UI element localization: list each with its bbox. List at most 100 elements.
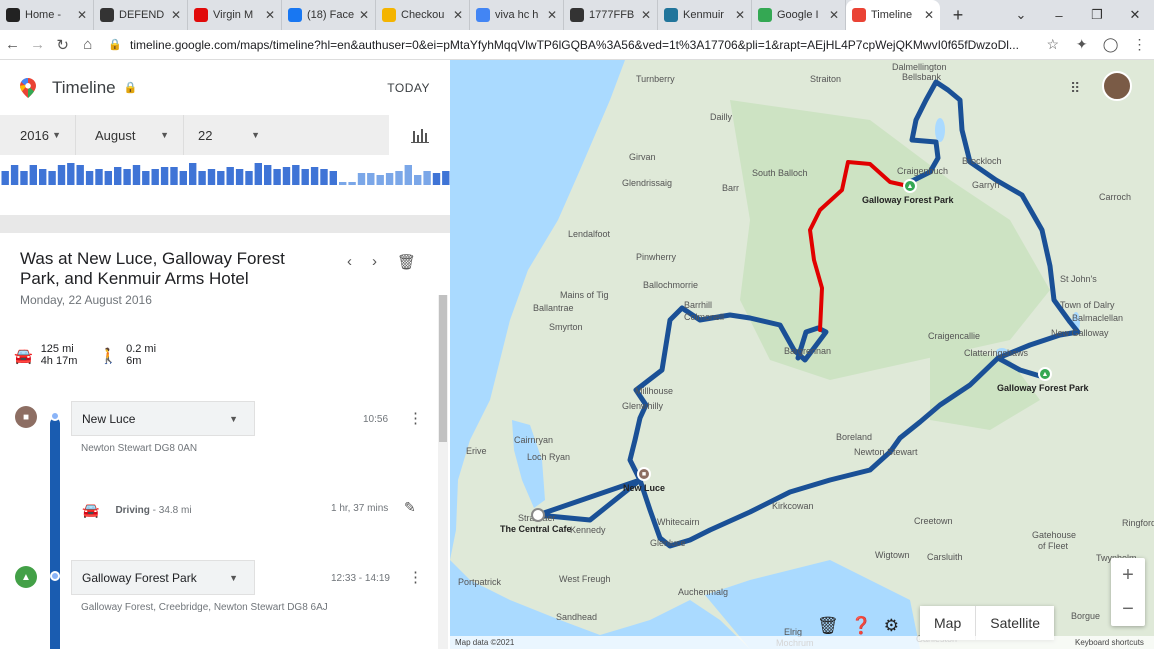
- close-tab-icon[interactable]: ✕: [829, 8, 839, 22]
- histogram-bar[interactable]: [404, 165, 412, 185]
- home-icon[interactable]: ⌂: [75, 36, 100, 53]
- histogram-bar[interactable]: [376, 175, 384, 185]
- histogram-bar[interactable]: [114, 167, 122, 185]
- browser-tab[interactable]: Virgin M ✕: [188, 0, 282, 30]
- url-field[interactable]: 🔒 timeline.google.com/maps/timeline?hl=e…: [108, 34, 1038, 56]
- previous-day-icon[interactable]: ‹: [347, 253, 352, 271]
- histogram-bar[interactable]: [367, 173, 375, 185]
- histogram-bar[interactable]: [320, 169, 328, 185]
- cafe-marker-icon[interactable]: [531, 508, 545, 522]
- restore-icon[interactable]: ❐: [1078, 7, 1116, 23]
- histogram-bar[interactable]: [245, 171, 253, 185]
- next-day-icon[interactable]: ›: [372, 253, 377, 271]
- histogram-bar[interactable]: [179, 171, 187, 185]
- histogram-bar[interactable]: [85, 171, 94, 185]
- settings-icon[interactable]: ⚙: [884, 616, 899, 636]
- minimize-icon[interactable]: –: [1040, 8, 1078, 23]
- histogram-bar[interactable]: [160, 167, 169, 185]
- histogram-bar[interactable]: [282, 167, 291, 185]
- histogram-bar[interactable]: [414, 175, 422, 185]
- close-tab-icon[interactable]: ✕: [359, 8, 369, 22]
- park-marker-icon[interactable]: ▲: [903, 179, 917, 193]
- histogram-bar[interactable]: [254, 163, 262, 185]
- browser-tab[interactable]: Checkou ✕: [376, 0, 470, 30]
- histogram-bar[interactable]: [151, 169, 159, 185]
- day-select[interactable]: 22 ▼: [184, 115, 274, 155]
- close-tab-icon[interactable]: ✕: [641, 8, 651, 22]
- more-options-icon[interactable]: ⋮: [408, 568, 423, 586]
- place-select[interactable]: New Luce ▼: [71, 401, 255, 436]
- histogram-bar[interactable]: [385, 173, 394, 185]
- delete-icon[interactable]: 🗑: [397, 253, 416, 271]
- close-tab-icon[interactable]: ✕: [171, 8, 181, 22]
- map-type-satellite[interactable]: Satellite: [976, 606, 1054, 640]
- histogram-bar[interactable]: [95, 169, 103, 185]
- activity-histogram[interactable]: [0, 155, 450, 215]
- browser-tab[interactable]: Kenmuir ✕: [658, 0, 752, 30]
- histogram-bar[interactable]: [395, 171, 403, 185]
- histogram-bar[interactable]: [39, 169, 47, 185]
- close-tab-icon[interactable]: ✕: [735, 8, 745, 22]
- year-select[interactable]: 2016 ▼: [0, 115, 76, 155]
- stop-marker-icon[interactable]: ■: [637, 467, 651, 481]
- close-tab-icon[interactable]: ✕: [77, 8, 87, 22]
- histogram-bar[interactable]: [76, 165, 84, 185]
- park-marker-icon[interactable]: ▲: [1038, 367, 1052, 381]
- close-tab-icon[interactable]: ✕: [265, 8, 275, 22]
- histogram-bar[interactable]: [292, 165, 300, 185]
- reload-icon[interactable]: ↻: [50, 36, 75, 54]
- histogram-bar[interactable]: [170, 167, 178, 185]
- histogram-bar[interactable]: [226, 167, 234, 185]
- histogram-bar[interactable]: [217, 171, 225, 185]
- histogram-bar[interactable]: [48, 171, 56, 185]
- new-tab-button[interactable]: +: [940, 5, 976, 26]
- histogram-bar[interactable]: [310, 167, 319, 185]
- scrollbar-thumb[interactable]: [439, 295, 447, 442]
- browser-tab[interactable]: 1777FFB ✕: [564, 0, 658, 30]
- histogram-bar[interactable]: [235, 169, 244, 185]
- browser-tab[interactable]: Home - ✕: [0, 0, 94, 30]
- histogram-bar[interactable]: [10, 165, 19, 185]
- histogram-bar[interactable]: [104, 171, 112, 185]
- histogram-bar[interactable]: [198, 171, 206, 185]
- avatar[interactable]: [1102, 71, 1132, 101]
- histogram-bar[interactable]: [348, 182, 356, 185]
- histogram-bar[interactable]: [132, 165, 141, 185]
- browser-tab[interactable]: (18) Face ✕: [282, 0, 376, 30]
- map-view[interactable]: Turnberry Straiton Dalmellington Bellsbank D…: [450, 60, 1154, 649]
- zoom-out-button[interactable]: −: [1111, 592, 1145, 626]
- histogram-bar[interactable]: [273, 169, 281, 185]
- trash-icon[interactable]: 🗑: [817, 616, 839, 636]
- close-tab-icon[interactable]: ✕: [453, 8, 463, 22]
- histogram-bar[interactable]: [123, 169, 131, 185]
- histogram-bar[interactable]: [207, 169, 216, 185]
- browser-tab[interactable]: Google I ✕: [752, 0, 846, 30]
- histogram-bar[interactable]: [1, 171, 9, 185]
- apps-grid-icon[interactable]: ⠿: [1070, 80, 1080, 97]
- map-type-map[interactable]: Map: [920, 606, 977, 640]
- histogram-bar[interactable]: [329, 171, 337, 185]
- histogram-bar[interactable]: [189, 163, 197, 185]
- profile-icon[interactable]: ◯: [1096, 36, 1125, 53]
- chart-button[interactable]: [389, 115, 450, 155]
- month-select[interactable]: August ▼: [76, 115, 184, 155]
- chevron-down-icon[interactable]: ⌄: [1002, 7, 1040, 23]
- histogram-bar[interactable]: [264, 165, 272, 185]
- close-tab-icon[interactable]: ✕: [924, 8, 934, 22]
- histogram-bar[interactable]: [142, 171, 150, 185]
- scrollbar[interactable]: [438, 295, 448, 649]
- extensions-icon[interactable]: ✦: [1067, 36, 1096, 53]
- browser-tab[interactable]: Timeline ✕: [846, 0, 940, 30]
- keyboard-shortcuts-link[interactable]: Keyboard shortcuts: [1075, 638, 1144, 647]
- close-tab-icon[interactable]: ✕: [547, 8, 557, 22]
- histogram-bar[interactable]: [57, 165, 66, 185]
- histogram-bar[interactable]: [339, 182, 347, 185]
- browser-tab[interactable]: DEFEND ✕: [94, 0, 188, 30]
- star-icon[interactable]: ☆: [1038, 36, 1067, 53]
- back-icon[interactable]: ←: [0, 36, 25, 53]
- more-options-icon[interactable]: ⋮: [408, 409, 423, 427]
- drive-segment[interactable]: 🚘 Driving - 34.8 mi: [82, 502, 192, 519]
- help-icon[interactable]: ❓: [851, 616, 872, 636]
- forward-icon[interactable]: →: [25, 36, 50, 53]
- histogram-bar[interactable]: [432, 173, 441, 185]
